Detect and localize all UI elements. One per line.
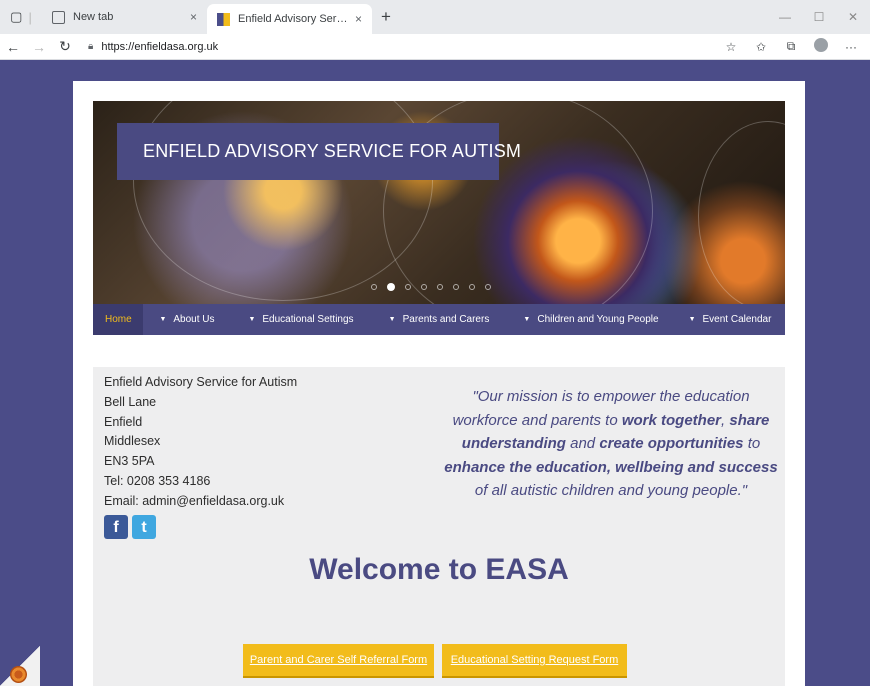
browser-toolbar: ← → ↻ 🔒︎ https://enfieldasa.org.uk ☆ ✩ ⧉… (0, 34, 870, 60)
address-line: Bell Lane (104, 394, 157, 409)
nav-label: Children and Young People (537, 314, 659, 325)
address-line: Middlesex (104, 434, 161, 449)
site-favicon-icon (217, 12, 230, 26)
caret-down-icon: ▼ (688, 316, 696, 323)
nav-item-event-calendar[interactable]: ▼ Event Calendar (675, 304, 785, 335)
nav-item-children-and-young-people[interactable]: ▼ Children and Young People (507, 304, 675, 335)
slider-dot[interactable] (387, 283, 395, 291)
back-icon[interactable]: ← (0, 39, 26, 55)
refresh-icon[interactable]: ↻ (52, 38, 78, 55)
new-tab-icon (52, 10, 65, 24)
collections-icon[interactable]: ⧉ (778, 39, 804, 54)
slider-dot[interactable] (485, 284, 491, 290)
window-controls: — ☐ ✕ (768, 0, 870, 34)
setting-request-button[interactable]: Educational Setting Request Form (442, 644, 627, 678)
tab-actions: ▢ | (0, 0, 42, 34)
url-text: https://enfieldasa.org.uk (101, 40, 219, 53)
caret-down-icon: ▼ (248, 316, 256, 323)
social-links: f t (104, 514, 297, 539)
address-bar[interactable]: 🔒︎ https://enfieldasa.org.uk (78, 36, 718, 58)
twitter-icon[interactable]: t (132, 514, 156, 539)
nav-label: Educational Settings (262, 314, 354, 325)
mission-text: to (743, 435, 761, 453)
caret-down-icon: ▼ (159, 316, 167, 323)
nav-label: Home (105, 314, 132, 325)
tab-actions-icon[interactable]: ▢ (10, 9, 22, 25)
welcome-heading: Welcome to EASA (309, 553, 569, 586)
nav-item-educational-settings[interactable]: ▼ Educational Settings (231, 304, 371, 335)
slider-dot[interactable] (469, 284, 475, 290)
tab-title: Enfield Advisory Service for Autism (238, 13, 349, 25)
slider-dots (371, 283, 491, 291)
caret-down-icon: ▼ (388, 316, 396, 323)
caret-down-icon: ▼ (523, 316, 531, 323)
mission-emphasis: work together (621, 411, 722, 429)
mission-text: and (565, 435, 600, 453)
page-viewport: ENFIELD ADVISORY SERVICE FOR AUTISM Home… (0, 60, 870, 686)
contact-address: Enfield Advisory Service for Autism Bell… (104, 373, 297, 539)
mission-text: of all autistic children and young peopl… (474, 482, 748, 500)
browser-tabstrip: ▢ | New tab × Enfield Advisory Service f… (0, 0, 870, 34)
slider-dot[interactable] (421, 284, 427, 290)
lock-icon[interactable]: 🔒︎ (88, 41, 93, 52)
browser-tab-new[interactable]: New tab × (42, 0, 207, 34)
nav-item-home[interactable]: Home (93, 304, 143, 335)
nav-item-about-us[interactable]: ▼ About Us (143, 304, 231, 335)
parent-referral-button[interactable]: Parent and Carer Self Referral Form (243, 644, 434, 678)
content-sheet: ENFIELD ADVISORY SERVICE FOR AUTISM Home… (73, 81, 805, 686)
postcode: EN3 5PA (104, 454, 155, 469)
corner-badge[interactable] (0, 646, 40, 686)
telephone: Tel: 0208 353 4186 (104, 473, 211, 488)
favorites-icon[interactable]: ✩ (748, 40, 774, 54)
close-window-icon[interactable]: ✕ (836, 0, 870, 34)
address-line: Enfield (104, 414, 143, 429)
minimize-icon[interactable]: — (768, 0, 802, 34)
nav-label: Event Calendar (702, 314, 772, 325)
profile-icon[interactable] (808, 38, 834, 55)
mission-emphasis: enhance the education, wellbeing and suc… (444, 458, 778, 476)
add-favorite-icon[interactable]: ☆ (718, 40, 744, 54)
hero-banner: ENFIELD ADVISORY SERVICE FOR AUTISM (93, 101, 785, 304)
intro-panel: Enfield Advisory Service for Autism Bell… (93, 367, 785, 686)
slider-dot[interactable] (437, 284, 443, 290)
tab-title: New tab (73, 11, 114, 23)
new-tab-button[interactable]: + (372, 7, 400, 27)
close-tab-icon[interactable]: × (190, 10, 197, 24)
slider-dot[interactable] (405, 284, 411, 290)
maximize-icon[interactable]: ☐ (802, 0, 836, 34)
nav-item-parents-and-carers[interactable]: ▼ Parents and Carers (371, 304, 507, 335)
email: Email: admin@enfieldasa.org.uk (104, 493, 285, 508)
accessibility-gear-icon[interactable] (10, 666, 27, 683)
mission-statement: "Our mission is to empower the education… (441, 385, 781, 503)
site-title-box: ENFIELD ADVISORY SERVICE FOR AUTISM (117, 123, 521, 180)
nav-label: Parents and Carers (402, 314, 490, 325)
browser-tab-active[interactable]: Enfield Advisory Service for Autism × (207, 4, 372, 34)
site-title: ENFIELD ADVISORY SERVICE FOR AUTISM (143, 141, 522, 161)
mission-emphasis: create opportunities (599, 435, 744, 453)
more-menu-icon[interactable]: ··· (838, 40, 864, 54)
slider-dot[interactable] (371, 284, 377, 290)
slider-dot[interactable] (453, 284, 459, 290)
bubble-decoration (698, 121, 785, 304)
facebook-icon[interactable]: f (104, 514, 128, 539)
divider: | (28, 9, 32, 25)
org-name: Enfield Advisory Service for Autism (104, 375, 298, 389)
forward-icon[interactable]: → (26, 39, 52, 55)
close-tab-icon[interactable]: × (355, 12, 362, 26)
nav-label: About Us (173, 314, 215, 325)
main-navigation: Home ▼ About Us ▼ Educational Settings ▼ Paren… (93, 304, 785, 335)
